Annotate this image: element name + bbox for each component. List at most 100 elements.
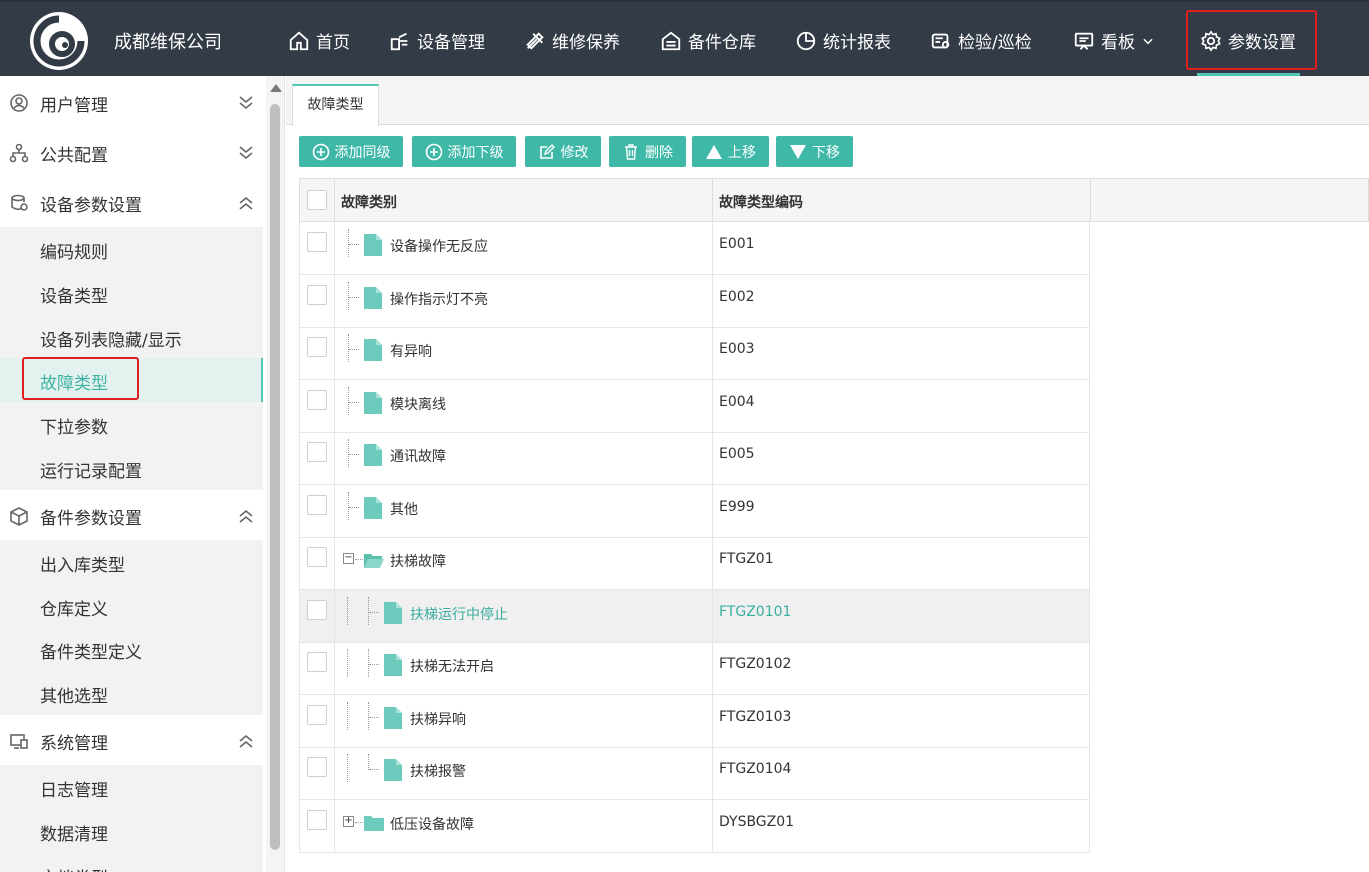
- scroll-thumb[interactable]: [270, 104, 280, 850]
- inspect-icon: [931, 33, 950, 48]
- row-fault-category: 有异响: [390, 344, 432, 360]
- sidebar-item-label: 编码规则: [40, 243, 108, 263]
- sidebar-item-label: 设备列表隐藏/显示: [40, 331, 182, 351]
- nav-warehouse[interactable]: 备件仓库: [660, 28, 756, 53]
- nav-reports[interactable]: 统计报表: [795, 28, 891, 53]
- sidebar-item-label: 下拉参数: [40, 418, 108, 438]
- tree-guide-line: [369, 716, 379, 718]
- edit-label: 修改: [560, 144, 589, 161]
- cell-divider: [712, 222, 713, 275]
- move-up-button[interactable]: 上移: [692, 136, 769, 167]
- row-fault-category: 扶梯运行中停止: [410, 606, 508, 623]
- sidebar-item-document-types[interactable]: 文档类型: [0, 853, 263, 872]
- sidebar-item-log-management[interactable]: 日志管理: [0, 765, 263, 809]
- row-checkbox[interactable]: [307, 494, 327, 515]
- row-checkbox[interactable]: [307, 389, 327, 410]
- select-all-checkbox[interactable]: [307, 190, 327, 210]
- header-divider: [334, 179, 335, 221]
- add-child-label: 添加下级: [447, 144, 504, 161]
- expand-toggle[interactable]: +: [343, 815, 354, 827]
- add-sibling-button[interactable]: 添加同级: [299, 136, 403, 167]
- table-row[interactable]: 通讯故障 E005: [299, 432, 1090, 485]
- tree-guide-line: [348, 281, 349, 310]
- tree-guide-line: [348, 229, 349, 257]
- nav-board[interactable]: 看板: [1073, 28, 1155, 53]
- sidebar-item-run-record-config[interactable]: 运行记录配置: [0, 446, 263, 490]
- plus-circle-icon: [312, 143, 329, 160]
- sidebar-item-label: 日志管理: [40, 781, 108, 801]
- table-row[interactable]: 扶梯无法开启 FTGZ0102: [299, 642, 1090, 695]
- sidebar-item-device-types[interactable]: 设备类型: [0, 271, 263, 315]
- add-child-button[interactable]: 添加下级: [412, 136, 516, 167]
- tree-guide-line: [369, 769, 379, 770]
- column-header-code[interactable]: 故障类型编码: [719, 192, 803, 212]
- row-checkbox[interactable]: [307, 757, 327, 777]
- nav-maintenance[interactable]: 维修保养: [524, 28, 620, 53]
- sidebar-group-device-params[interactable]: 设备参数设置: [0, 177, 264, 227]
- sidebar-item-device-list-visibility[interactable]: 设备列表隐藏/显示: [0, 315, 263, 359]
- row-fault-category: 模块离线: [390, 396, 446, 413]
- row-fault-category: 低压设备故障: [390, 816, 474, 833]
- nav-inspection[interactable]: 检验/巡检: [930, 28, 1032, 53]
- table-row[interactable]: + 低压设备故障 DYSBGZ01: [299, 799, 1090, 853]
- row-checkbox[interactable]: [307, 547, 327, 567]
- row-checkbox[interactable]: [307, 442, 327, 462]
- sidebar-group-public-config[interactable]: 公共配置: [0, 127, 264, 177]
- cell-divider: [712, 274, 713, 328]
- move-down-button[interactable]: 下移: [776, 136, 853, 167]
- nav-device-management[interactable]: 设备管理: [389, 28, 485, 53]
- sidebar-item-other-selection[interactable]: 其他选型: [0, 671, 263, 715]
- header-divider: [1090, 179, 1091, 221]
- tree-guide-line: [349, 349, 359, 350]
- row-fault-code: E004: [719, 393, 755, 410]
- sidebar-item-data-cleanup[interactable]: 数据清理: [0, 809, 263, 853]
- table-row[interactable]: − 扶梯故障 FTGZ01: [299, 537, 1090, 590]
- sidebar-group-user-management[interactable]: 用户管理: [0, 77, 264, 127]
- sidebar-group-system-management[interactable]: 系统管理: [0, 715, 264, 765]
- edit-button[interactable]: 修改: [525, 136, 601, 167]
- sidebar-item-spare-type-definition[interactable]: 备件类型定义: [0, 627, 263, 671]
- table-row[interactable]: 设备操作无反应 E001: [299, 222, 1090, 275]
- sidebar-item-inout-types[interactable]: 出入库类型: [0, 540, 263, 584]
- nav-home[interactable]: 首页: [288, 28, 350, 53]
- row-checkbox[interactable]: [307, 809, 327, 830]
- triangle-down-icon: [790, 144, 806, 159]
- table-row[interactable]: 模块离线 E004: [299, 379, 1090, 433]
- sidebar-group-spare-params[interactable]: 备件参数设置: [0, 490, 264, 540]
- pie-chart-icon: [796, 31, 816, 50]
- file-icon: [383, 653, 403, 677]
- row-fault-category: 设备操作无反应: [390, 239, 488, 255]
- delete-button[interactable]: 删除: [609, 136, 686, 167]
- tree-guide-line: [348, 439, 349, 467]
- sidebar-submenu-spare-params: 出入库类型 仓库定义 备件类型定义 其他选型: [0, 540, 263, 715]
- table-row[interactable]: 扶梯报警 FTGZ0104: [299, 747, 1090, 800]
- collapse-toggle[interactable]: −: [343, 553, 354, 564]
- table-row[interactable]: 扶梯异响 FTGZ0103: [299, 694, 1090, 748]
- cell-divider: [334, 589, 335, 643]
- plus-circle-icon: [425, 143, 442, 160]
- tab-fault-types[interactable]: 故障类型: [292, 84, 379, 126]
- sidebar-item-code-rules[interactable]: 编码规则: [0, 227, 263, 271]
- trash-icon: [625, 143, 637, 160]
- cell-divider: [712, 327, 713, 380]
- table-row[interactable]: 扶梯运行中停止 FTGZ0101: [299, 589, 1090, 643]
- grid-header: 故障类别 故障类型编码: [299, 178, 1369, 222]
- scroll-up-icon[interactable]: [270, 84, 282, 92]
- row-checkbox[interactable]: [307, 599, 327, 620]
- sidebar-scrollbar[interactable]: [266, 76, 284, 872]
- tree-guide-line: [368, 596, 369, 625]
- sidebar-item-dropdown-params[interactable]: 下拉参数: [0, 402, 263, 446]
- row-checkbox[interactable]: [307, 652, 327, 672]
- tree-guide-line: [348, 386, 349, 415]
- table-row[interactable]: 其他 E999: [299, 484, 1090, 538]
- row-checkbox[interactable]: [307, 704, 327, 725]
- row-checkbox[interactable]: [307, 337, 327, 357]
- row-checkbox[interactable]: [307, 284, 327, 305]
- table-row[interactable]: 操作指示灯不亮 E002: [299, 274, 1090, 328]
- sidebar-item-warehouse-definition[interactable]: 仓库定义: [0, 584, 263, 628]
- row-checkbox[interactable]: [307, 232, 327, 252]
- device-icon: [390, 32, 408, 50]
- table-row[interactable]: 有异响 E003: [299, 327, 1090, 380]
- sidebar-item-label: 运行记录配置: [40, 462, 142, 482]
- column-header-category[interactable]: 故障类别: [341, 192, 397, 212]
